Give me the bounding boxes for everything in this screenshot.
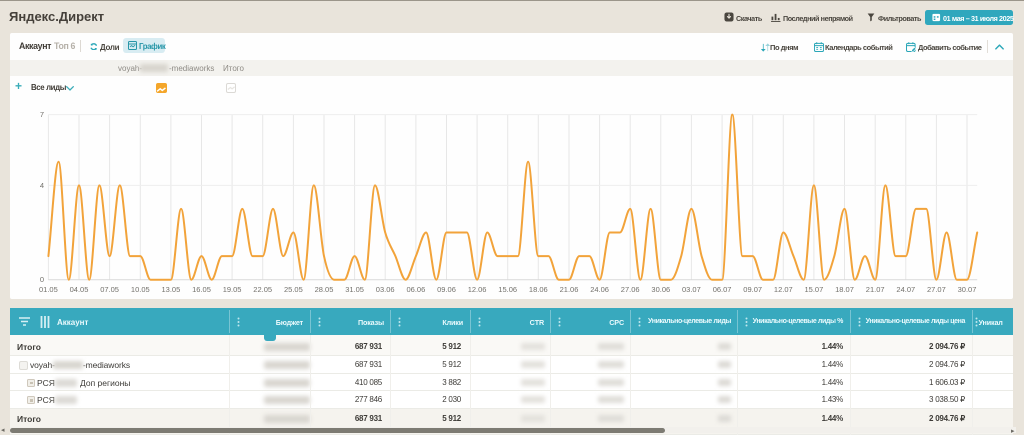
svg-text:7: 7	[40, 110, 44, 119]
svg-text:4: 4	[40, 181, 44, 190]
svg-text:12.06: 12.06	[468, 285, 487, 294]
svg-text:27.07: 27.07	[927, 285, 946, 294]
svg-text:25.05: 25.05	[284, 285, 303, 294]
svg-text:27.06: 27.06	[621, 285, 640, 294]
svg-text:09.06: 09.06	[437, 285, 456, 294]
svg-text:06.07: 06.07	[713, 285, 732, 294]
svg-text:03.06: 03.06	[376, 285, 395, 294]
svg-text:07.05: 07.05	[100, 285, 119, 294]
svg-text:30.07: 30.07	[958, 285, 977, 294]
svg-text:18.07: 18.07	[835, 285, 854, 294]
svg-text:10.05: 10.05	[131, 285, 150, 294]
svg-text:0: 0	[40, 275, 44, 284]
svg-text:21.06: 21.06	[560, 285, 579, 294]
svg-text:16.05: 16.05	[192, 285, 211, 294]
svg-text:19.05: 19.05	[223, 285, 242, 294]
svg-text:09.07: 09.07	[743, 285, 762, 294]
svg-text:04.05: 04.05	[70, 285, 89, 294]
svg-text:15.06: 15.06	[498, 285, 517, 294]
svg-text:03.07: 03.07	[682, 285, 701, 294]
svg-text:24.07: 24.07	[896, 285, 915, 294]
svg-text:28.05: 28.05	[315, 285, 334, 294]
svg-text:12.07: 12.07	[774, 285, 793, 294]
svg-text:06.06: 06.06	[407, 285, 426, 294]
svg-text:31.05: 31.05	[345, 285, 364, 294]
svg-text:21.07: 21.07	[866, 285, 885, 294]
svg-text:18.06: 18.06	[529, 285, 548, 294]
svg-text:24.06: 24.06	[590, 285, 609, 294]
svg-text:22.05: 22.05	[253, 285, 272, 294]
svg-text:30.06: 30.06	[651, 285, 670, 294]
svg-text:01.05: 01.05	[39, 285, 58, 294]
svg-text:13.05: 13.05	[162, 285, 181, 294]
svg-text:15.07: 15.07	[805, 285, 824, 294]
